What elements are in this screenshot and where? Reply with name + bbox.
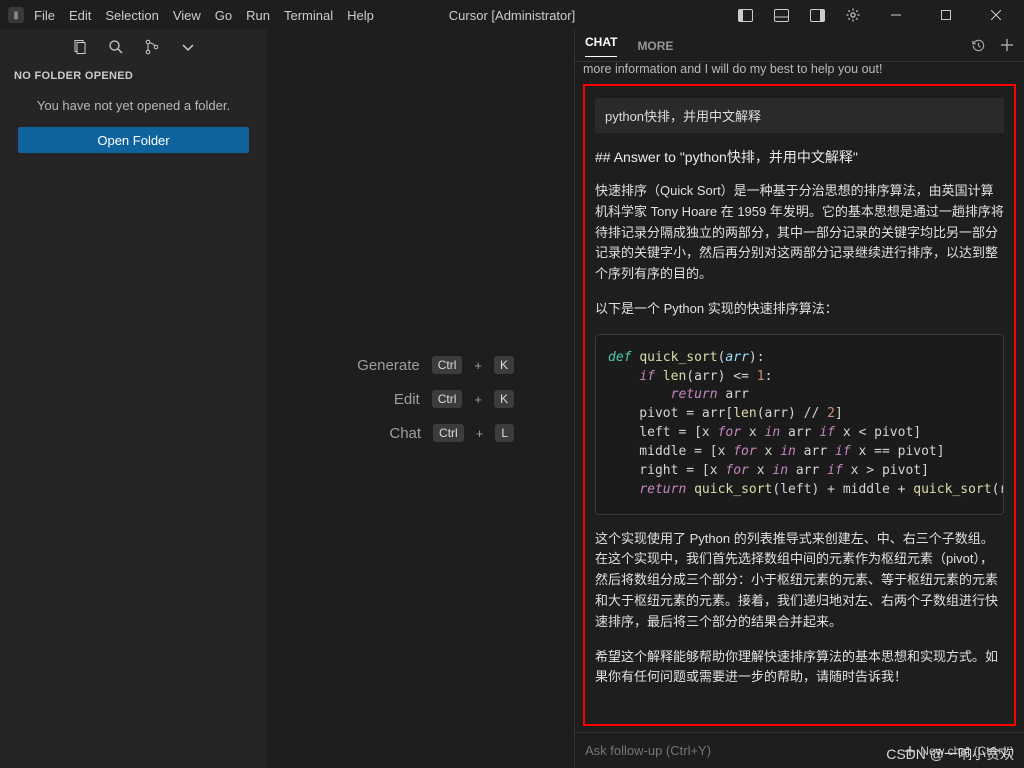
code-block[interactable]: def quick_sort(arr): if len(arr) <= 1: r… — [595, 334, 1004, 515]
open-folder-button[interactable]: Open Folder — [18, 127, 249, 153]
answer-para-1: 快速排序（Quick Sort）是一种基于分治思想的排序算法，由英国计算机科学家… — [595, 181, 1004, 285]
files-icon[interactable] — [71, 38, 89, 56]
prior-message-fragment: more information and I will do my best t… — [581, 62, 1018, 82]
shortcut-label: Chat — [331, 425, 421, 442]
tab-chat[interactable]: CHAT — [585, 35, 617, 57]
plus-icon: + — [476, 426, 484, 441]
layout-secondary-icon[interactable] — [804, 2, 830, 28]
menu-go[interactable]: Go — [215, 8, 232, 23]
key-cap: K — [494, 356, 514, 374]
source-control-icon[interactable] — [143, 38, 161, 56]
chat-panel: CHAT MORE more information and I will do… — [574, 30, 1024, 768]
shortcut-edit: Edit Ctrl + K — [330, 390, 514, 408]
menu-view[interactable]: View — [173, 8, 201, 23]
highlighted-response: python快排，并用中文解释 ## Answer to "python快排，并… — [583, 84, 1016, 726]
answer-heading: ## Answer to "python快排，并用中文解释" — [595, 147, 1004, 167]
sidebar: NO FOLDER OPENED You have not yet opened… — [0, 30, 268, 768]
menu-help[interactable]: Help — [347, 8, 374, 23]
watermark: CSDN @一响小贪欢 — [886, 744, 1014, 764]
answer-para-2: 以下是一个 Python 实现的快速排序算法： — [595, 299, 1004, 320]
key-cap: Ctrl — [433, 424, 464, 442]
maximize-button[interactable] — [926, 2, 966, 28]
answer-para-4: 希望这个解释能够帮助你理解快速排序算法的基本思想和实现方式。如果你有任何问题或需… — [595, 647, 1004, 689]
main-menu: File Edit Selection View Go Run Terminal… — [34, 8, 374, 23]
close-button[interactable] — [976, 2, 1016, 28]
editor-welcome: Generate Ctrl + K Edit Ctrl + K Chat Ctr… — [268, 30, 574, 768]
titlebar: ▮ File Edit Selection View Go Run Termin… — [0, 0, 1024, 30]
layout-bottom-icon[interactable] — [768, 2, 794, 28]
app-logo-icon: ▮ — [8, 7, 24, 23]
gear-icon[interactable] — [840, 2, 866, 28]
shortcut-label: Generate — [330, 357, 420, 374]
chat-tabs: CHAT MORE — [575, 30, 1024, 62]
sidebar-title: NO FOLDER OPENED — [0, 64, 267, 88]
user-prompt: python快排，并用中文解释 — [595, 98, 1004, 133]
followup-input[interactable] — [585, 743, 896, 758]
menu-terminal[interactable]: Terminal — [284, 8, 333, 23]
plus-icon[interactable] — [1000, 38, 1014, 53]
menu-run[interactable]: Run — [246, 8, 270, 23]
no-folder-message: You have not yet opened a folder. — [0, 88, 267, 123]
key-cap: L — [495, 424, 514, 442]
menu-file[interactable]: File — [34, 8, 55, 23]
chevron-down-icon[interactable] — [179, 38, 197, 56]
tab-more[interactable]: MORE — [637, 39, 673, 53]
plus-icon: + — [474, 358, 482, 373]
key-cap: K — [494, 390, 514, 408]
minimize-button[interactable] — [876, 2, 916, 28]
shortcut-chat: Chat Ctrl + L — [331, 424, 514, 442]
shortcut-generate: Generate Ctrl + K — [330, 356, 514, 374]
history-icon[interactable] — [971, 38, 986, 53]
menu-selection[interactable]: Selection — [105, 8, 158, 23]
shortcut-label: Edit — [330, 391, 420, 408]
key-cap: Ctrl — [432, 356, 463, 374]
plus-icon: + — [474, 392, 482, 407]
key-cap: Ctrl — [432, 390, 463, 408]
search-icon[interactable] — [107, 38, 125, 56]
answer-para-3: 这个实现使用了 Python 的列表推导式来创建左、中、右三个子数组。在这个实现… — [595, 529, 1004, 633]
window-title: Cursor [Administrator] — [449, 8, 575, 23]
layout-primary-icon[interactable] — [732, 2, 758, 28]
menu-edit[interactable]: Edit — [69, 8, 91, 23]
